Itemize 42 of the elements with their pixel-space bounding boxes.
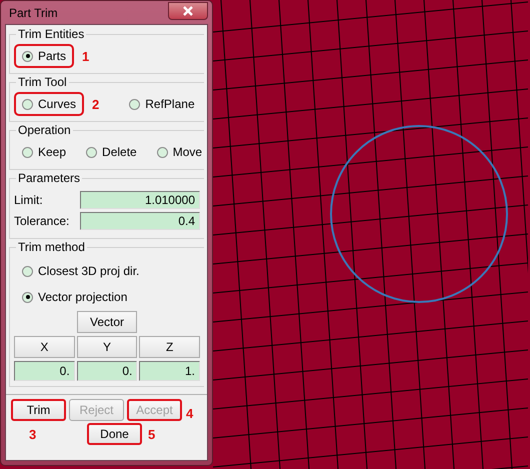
radio-button[interactable] [86, 146, 98, 158]
annotation-number: 3 [28, 426, 38, 442]
axis-button[interactable]: Y [76, 336, 138, 358]
radio-button[interactable] [22, 98, 33, 110]
radio-button[interactable] [22, 50, 33, 62]
vector-button[interactable]: Vector [77, 311, 137, 333]
radio-button[interactable] [129, 98, 140, 110]
group-title: Trim Tool [17, 75, 68, 89]
radio-option[interactable]: Keep [14, 140, 74, 164]
annotation-number: 2 [92, 96, 100, 112]
close-icon [182, 6, 194, 16]
axis-button[interactable]: Z [139, 336, 200, 358]
group-title: Parameters [17, 171, 82, 185]
annotation-number: 4 [186, 406, 194, 421]
action-button[interactable]: Trim [11, 398, 66, 420]
radio-option[interactable]: Closest 3D proj dir. [14, 259, 148, 283]
input-field[interactable]: 1.010000 [80, 191, 200, 209]
radio-option[interactable]: Vector projection [14, 285, 136, 309]
radio-option[interactable]: Move [148, 140, 210, 164]
field-label: Limit: [14, 193, 44, 207]
input-field[interactable]: 0. [76, 361, 138, 381]
done-button[interactable]: Done [87, 423, 142, 445]
input-field[interactable]: 0.4 [80, 212, 200, 230]
field-label: Tolerance: [14, 214, 70, 228]
input-field[interactable]: 1. [139, 361, 200, 381]
annotation-number: 5 [148, 426, 156, 442]
input-field[interactable]: 0. [14, 361, 75, 381]
radio-option[interactable]: Delete [78, 140, 145, 164]
radio-button[interactable] [22, 292, 33, 302]
close-button[interactable] [168, 2, 208, 20]
window-title: Part Trim [8, 6, 58, 20]
group-title: Trim method [17, 240, 86, 254]
axis-button[interactable]: X [14, 336, 75, 358]
radio-button[interactable] [156, 146, 168, 158]
radio-option[interactable]: Parts [14, 44, 74, 68]
radio-button[interactable] [22, 146, 33, 158]
radio-option[interactable]: RefPlane [121, 92, 203, 116]
group-title: Operation [17, 123, 72, 137]
annotation-number: 1 [82, 48, 90, 64]
radio-button[interactable] [22, 266, 33, 276]
radio-option[interactable]: Curves [14, 92, 84, 116]
group-title: Trim Entities [17, 27, 86, 41]
